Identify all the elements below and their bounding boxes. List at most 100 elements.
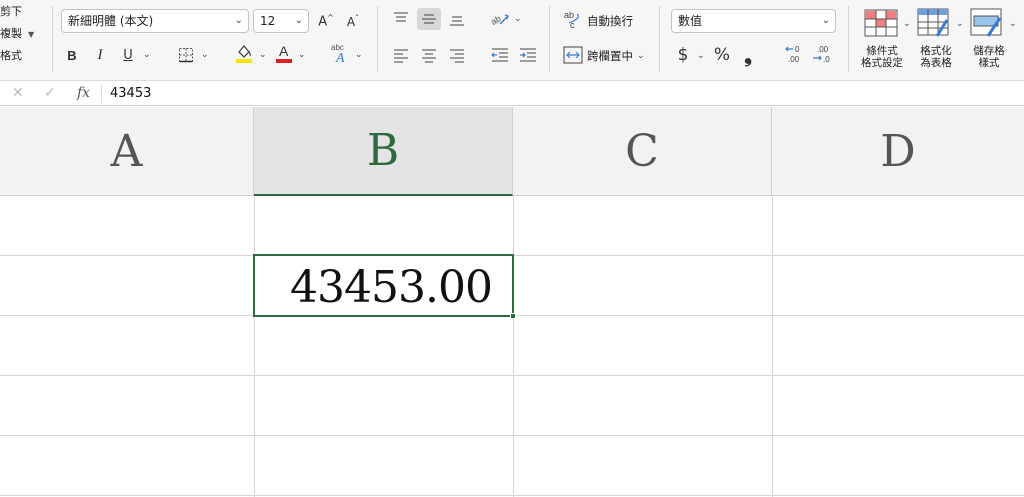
format-painter-button[interactable]: 格式: [0, 48, 22, 64]
italic-label: I: [97, 46, 103, 63]
merge-center-icon: [563, 46, 583, 64]
align-middle-button[interactable]: [417, 8, 441, 30]
chevron-down-icon[interactable]: ⌄: [143, 50, 151, 60]
format-as-table-icon: [917, 8, 949, 37]
font-color-icon: A: [276, 43, 292, 63]
svg-text:A: A: [279, 43, 289, 59]
conditional-formatting-label: 條件式 格式設定: [856, 45, 908, 69]
confirm-icon[interactable]: ✓: [44, 85, 56, 101]
underline-label: U: [123, 47, 133, 63]
increase-font-button[interactable]: A^: [314, 10, 338, 32]
currency-label: $: [677, 45, 689, 65]
bold-button[interactable]: B: [60, 44, 84, 66]
number-format-dropdown[interactable]: 數值 ⌄: [671, 9, 836, 33]
column-header-a[interactable]: A: [0, 107, 254, 196]
decrease-decimal-button[interactable]: .00 .0: [810, 43, 836, 65]
column-header-c[interactable]: C: [513, 107, 772, 196]
borders-icon: [179, 48, 193, 63]
active-cell[interactable]: 43453.00: [253, 254, 516, 319]
svg-text:.00: .00: [788, 55, 800, 64]
align-right-icon: [450, 49, 464, 63]
fill-handle[interactable]: [510, 313, 516, 319]
borders-button[interactable]: [174, 44, 198, 66]
chevron-down-icon[interactable]: ⌄: [697, 51, 705, 61]
chevron-down-icon[interactable]: ⌄: [355, 50, 363, 60]
row-divider: [0, 495, 1024, 496]
increase-indent-button[interactable]: [516, 44, 540, 66]
formula-input[interactable]: 43453: [110, 86, 151, 101]
column-header-label: A: [110, 125, 143, 177]
cell-value: 43453.00: [290, 262, 493, 313]
comma-style-label: ❟: [744, 43, 752, 67]
column-header-label: B: [366, 125, 400, 176]
cut-button[interactable]: 剪下: [0, 4, 22, 20]
column-header-label: D: [880, 125, 916, 177]
text-orientation-icon: ab: [490, 13, 509, 27]
align-left-icon: [394, 49, 408, 63]
chevron-down-icon: ⌄: [294, 15, 303, 26]
row-divider: [0, 375, 1024, 376]
currency-button[interactable]: $: [673, 44, 693, 66]
cancel-icon[interactable]: ✕: [12, 85, 24, 101]
chevron-down-icon[interactable]: ⌄: [259, 50, 267, 60]
cell-styles-icon: [970, 8, 1002, 37]
font-size-value: 12: [260, 14, 276, 28]
italic-button[interactable]: I: [88, 44, 112, 66]
percent-label: %: [713, 45, 731, 65]
chevron-down-icon[interactable]: ⌄: [1009, 19, 1017, 29]
font-name-dropdown[interactable]: 新細明體 (本文) ⌄: [61, 9, 249, 33]
phonetic-button[interactable]: abc A: [328, 42, 352, 64]
orientation-button[interactable]: ab: [488, 8, 512, 30]
chevron-down-icon[interactable]: ⌄: [956, 19, 964, 29]
cell-styles-label: 儲存格 樣式: [963, 45, 1015, 69]
percent-button[interactable]: %: [711, 44, 733, 66]
chevron-down-icon[interactable]: ⌄: [298, 50, 306, 60]
merge-center-button[interactable]: [562, 44, 584, 66]
column-header-d[interactable]: D: [772, 107, 1024, 196]
format-as-table-button[interactable]: [915, 8, 953, 38]
conditional-formatting-button[interactable]: [862, 8, 900, 38]
copy-label: 複製: [0, 27, 22, 40]
divider: [549, 6, 550, 72]
svg-text:0: 0: [795, 45, 800, 54]
increase-decimal-button[interactable]: 0 .00: [783, 43, 809, 65]
font-size-dropdown[interactable]: 12 ⌄: [253, 9, 309, 33]
wrap-text-button[interactable]: ab c: [562, 9, 584, 31]
column-divider: [772, 196, 773, 497]
decrease-font-button[interactable]: Aˇ: [341, 10, 365, 32]
increase-font-icon: A^: [318, 12, 334, 30]
conditional-formatting-icon: [864, 9, 898, 37]
align-right-button[interactable]: [445, 44, 469, 66]
align-top-button[interactable]: [389, 8, 413, 30]
label-line: 為表格: [920, 57, 952, 69]
increase-decimal-icon: 0 .00: [785, 45, 800, 64]
align-left-button[interactable]: [389, 44, 413, 66]
increase-indent-icon: [520, 48, 536, 62]
divider: [659, 6, 660, 72]
chevron-down-icon[interactable]: ⌄: [903, 19, 911, 29]
divider: [52, 6, 53, 72]
chevron-down-icon[interactable]: ⌄: [514, 14, 522, 24]
svg-text:.0: .0: [823, 55, 830, 64]
column-header-b[interactable]: B: [254, 107, 513, 196]
divider: [101, 85, 102, 103]
label-line: 儲存格: [973, 45, 1005, 57]
cut-label: 剪下: [0, 5, 22, 18]
chevron-down-icon[interactable]: ⌄: [201, 50, 209, 60]
align-bottom-button[interactable]: [445, 8, 469, 30]
fill-color-button[interactable]: [232, 42, 256, 64]
cell-styles-button[interactable]: [968, 8, 1006, 38]
chevron-down-icon[interactable]: ⌄: [637, 51, 645, 61]
decrease-indent-button[interactable]: [488, 44, 512, 66]
align-center-button[interactable]: [417, 44, 441, 66]
font-color-button[interactable]: A: [272, 42, 296, 64]
underline-button[interactable]: U: [116, 44, 140, 66]
worksheet-grid[interactable]: A B C D 43453.00: [0, 107, 1024, 497]
align-middle-icon: [422, 14, 436, 24]
chevron-down-icon[interactable]: ▼: [28, 30, 34, 39]
comma-style-button[interactable]: ❟: [738, 43, 758, 67]
copy-button[interactable]: 複製 ▼: [0, 26, 34, 42]
divider: [848, 6, 849, 72]
svg-text:A: A: [335, 51, 345, 64]
insert-function-icon[interactable]: fx: [77, 85, 90, 101]
